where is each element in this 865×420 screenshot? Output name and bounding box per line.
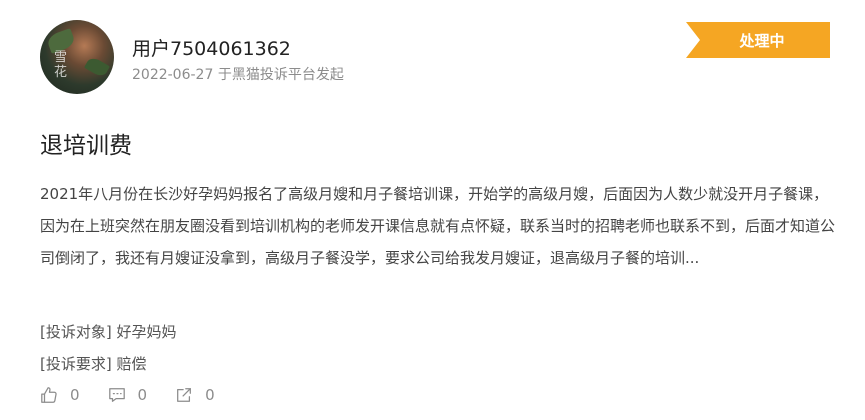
avatar-text: 雪花: [54, 50, 68, 80]
comment-icon: [108, 386, 126, 404]
user-name[interactable]: 用户7504061362: [132, 34, 291, 61]
thumbs-up-icon: [40, 386, 58, 404]
complaint-date: 2022-06-27: [132, 67, 214, 83]
like-button[interactable]: 0: [40, 386, 80, 404]
avatar-leaf-decoration: [83, 55, 111, 79]
share-count: 0: [205, 386, 215, 404]
complaint-content[interactable]: 2021年八月份在长沙好孕妈妈报名了高级月嫂和月子餐培训课，开始学的高级月嫂，后…: [40, 178, 840, 274]
comment-button[interactable]: 0: [108, 386, 148, 404]
status-badge: 处理中: [686, 22, 830, 58]
complaint-title[interactable]: 退培训费: [40, 126, 132, 160]
like-count: 0: [70, 386, 80, 404]
complaint-target-value[interactable]: 好孕妈妈: [117, 323, 177, 341]
complaint-demand-label: [投诉要求]: [40, 355, 112, 373]
complaint-target: [投诉对象] 好孕妈妈: [40, 316, 177, 348]
share-icon: [175, 386, 193, 404]
complaint-target-label: [投诉对象]: [40, 323, 112, 341]
comment-count: 0: [137, 386, 148, 404]
share-button[interactable]: 0: [175, 386, 215, 404]
complaint-source: 于黑猫投诉平台发起: [217, 67, 344, 83]
complaint-demand: [投诉要求] 赔偿: [40, 348, 177, 380]
action-bar: 0 0 0: [40, 386, 215, 404]
complaint-demand-value: 赔偿: [116, 355, 147, 373]
complaint-meta: 2022-06-27 于黑猫投诉平台发起: [132, 64, 344, 84]
avatar[interactable]: 雪花: [40, 20, 114, 94]
complaint-fields: [投诉对象] 好孕妈妈 [投诉要求] 赔偿: [40, 316, 177, 380]
